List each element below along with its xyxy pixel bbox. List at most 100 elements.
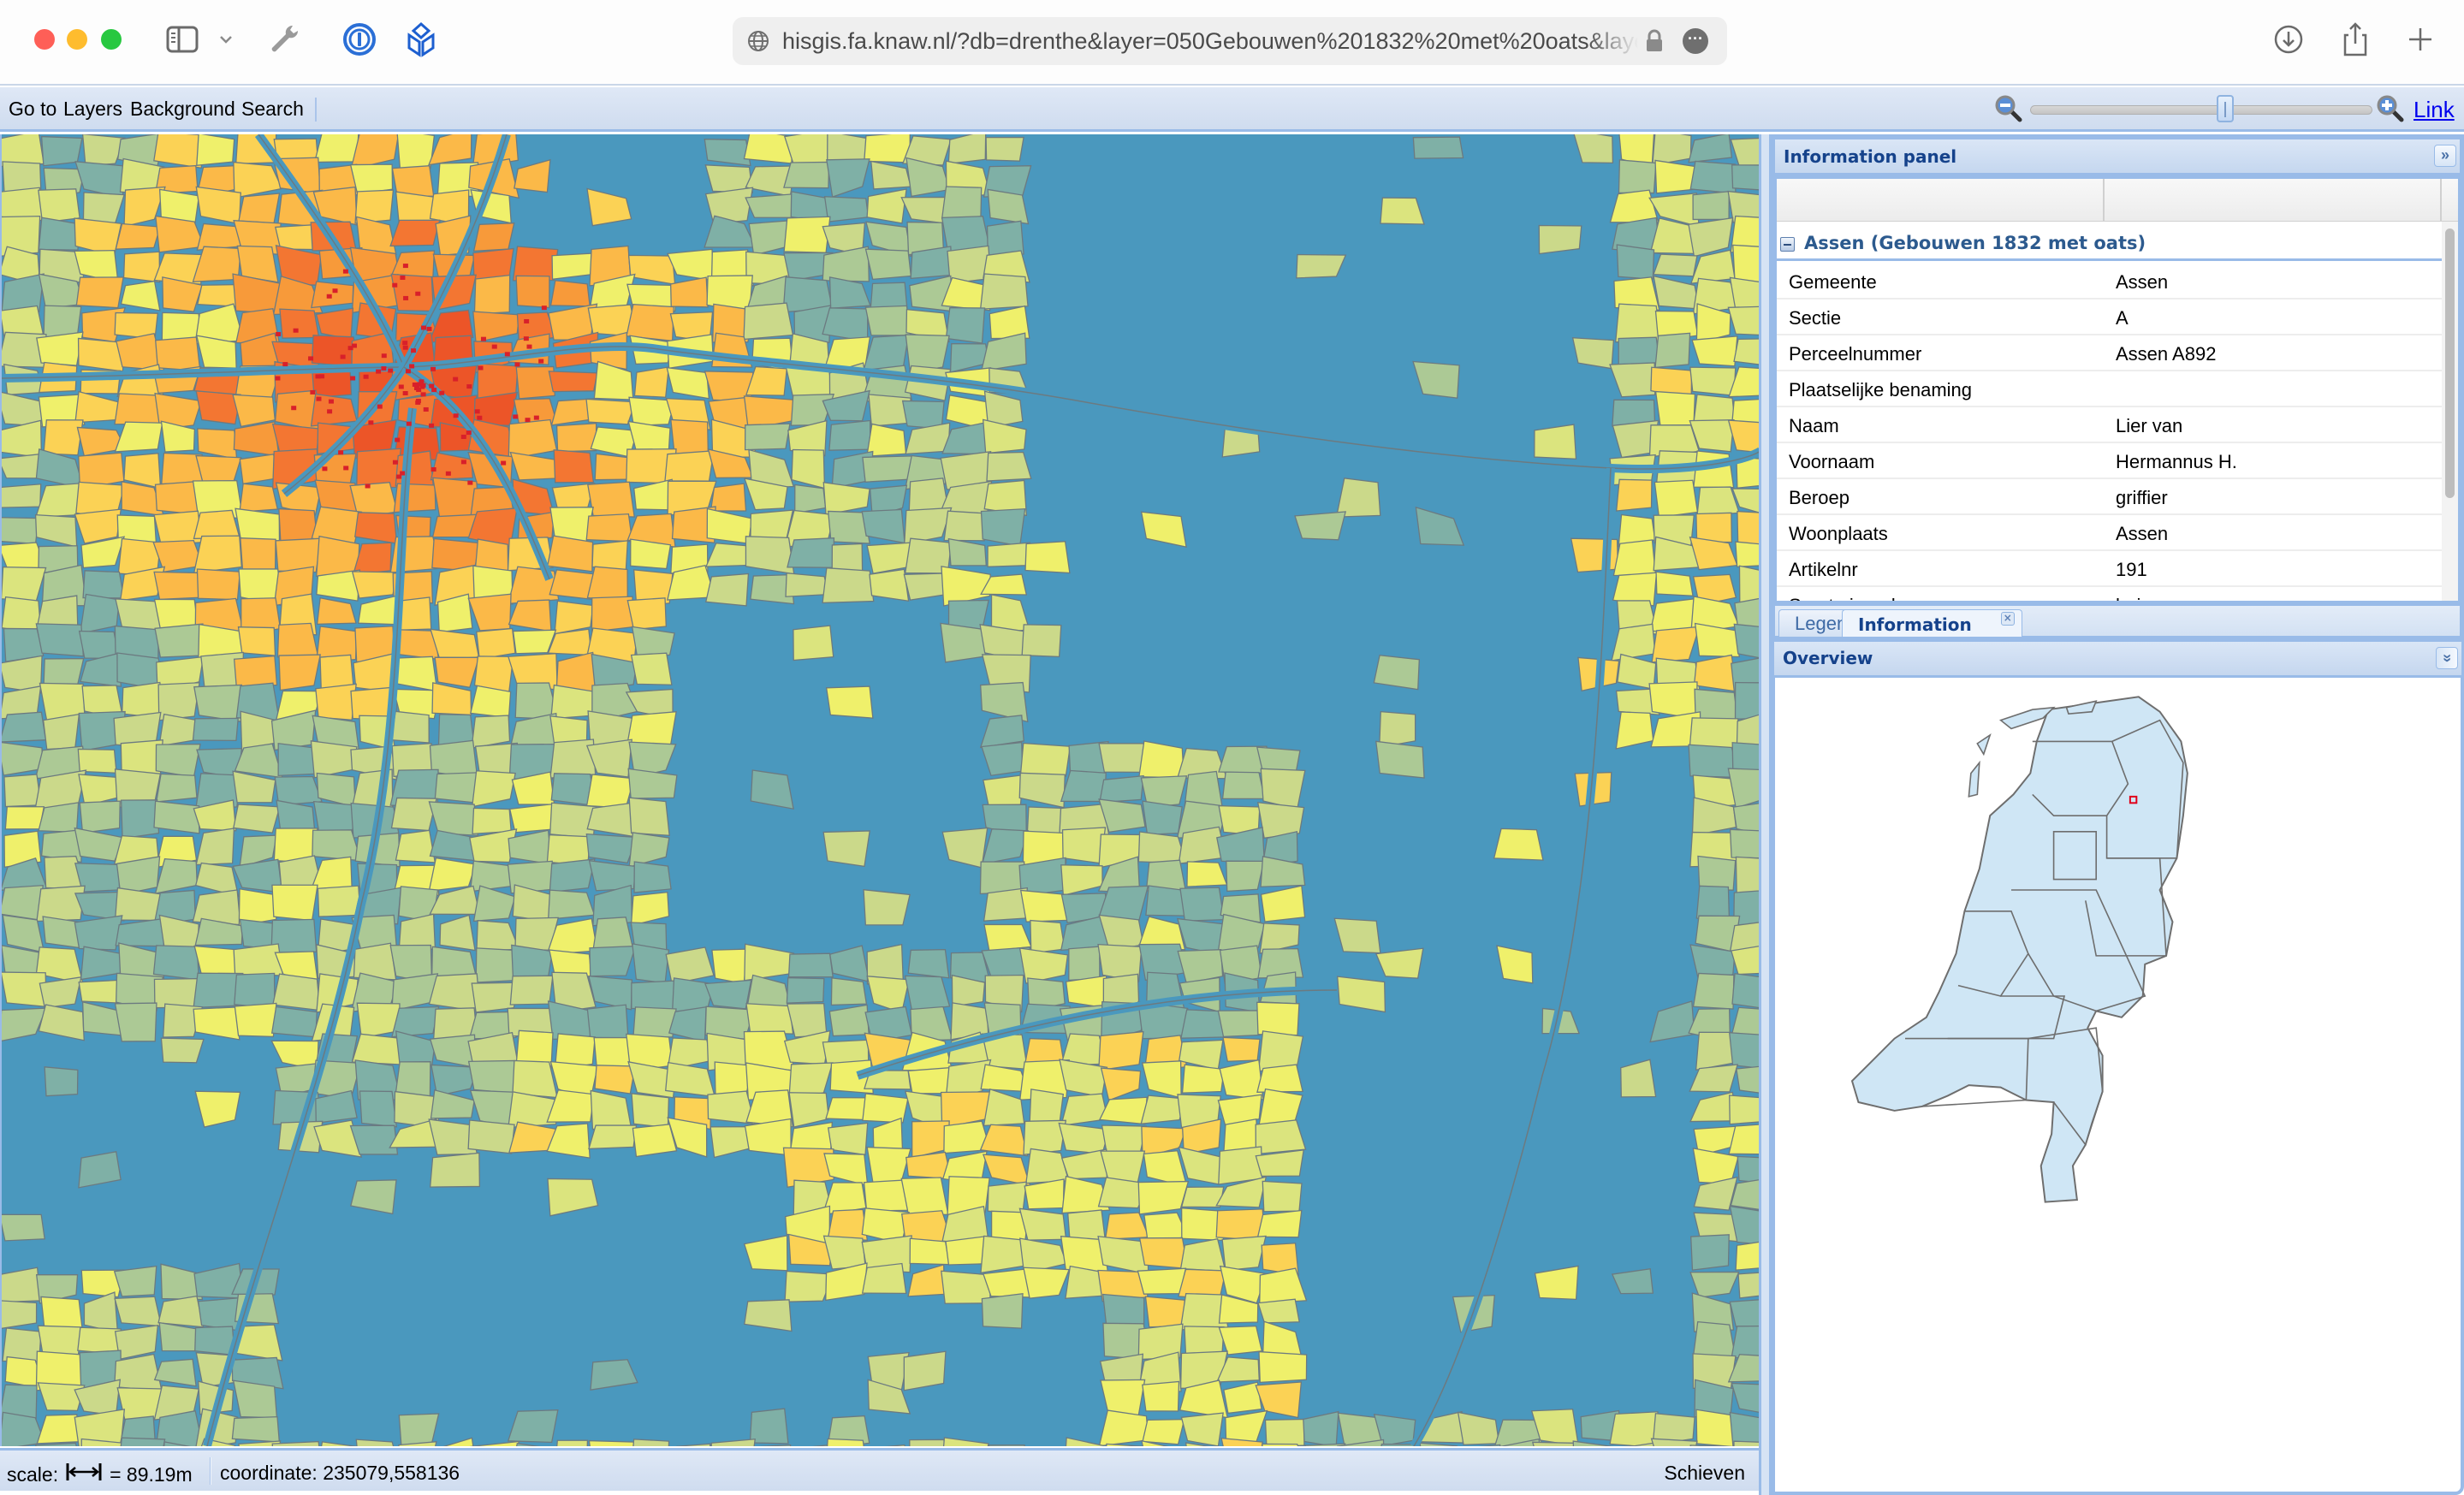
parcel[interactable] xyxy=(2,971,47,1008)
parcel[interactable] xyxy=(631,1093,670,1129)
parcel[interactable] xyxy=(630,538,672,570)
parcel[interactable] xyxy=(316,1441,359,1446)
collapse-down-icon[interactable]: » xyxy=(2436,647,2458,669)
parcel[interactable] xyxy=(590,1089,632,1130)
parcel[interactable] xyxy=(1735,856,1759,895)
parcel[interactable] xyxy=(593,360,634,400)
parcel[interactable] xyxy=(787,1444,830,1446)
parcel[interactable] xyxy=(1729,828,1759,859)
menu-layers[interactable]: Layers xyxy=(63,98,122,121)
building[interactable] xyxy=(332,288,338,294)
parcel[interactable] xyxy=(981,1292,1024,1329)
parcel[interactable] xyxy=(115,917,166,947)
parcel[interactable] xyxy=(36,885,86,923)
building[interactable] xyxy=(275,376,281,381)
parcel[interactable] xyxy=(981,828,1030,865)
parcel[interactable] xyxy=(986,451,1032,482)
parcel[interactable] xyxy=(827,1208,869,1241)
parcel[interactable] xyxy=(704,215,757,248)
parcel[interactable] xyxy=(276,622,319,658)
parcel[interactable] xyxy=(1534,424,1577,460)
parcel[interactable] xyxy=(1019,889,1068,923)
building[interactable] xyxy=(340,354,346,359)
parcel[interactable] xyxy=(711,948,748,985)
parcel[interactable] xyxy=(1731,973,1759,1009)
parcel[interactable] xyxy=(1060,864,1103,897)
building[interactable] xyxy=(363,374,369,379)
parcel[interactable] xyxy=(1098,1096,1148,1125)
parcel[interactable] xyxy=(588,1439,636,1446)
parcel[interactable] xyxy=(1262,1180,1303,1213)
parcel[interactable] xyxy=(233,943,284,976)
parcel[interactable] xyxy=(113,1353,163,1391)
parcel[interactable] xyxy=(749,1408,789,1445)
parcel[interactable] xyxy=(234,972,276,1009)
parcel[interactable] xyxy=(117,1437,166,1446)
parcel[interactable] xyxy=(2,1213,45,1242)
parcel[interactable] xyxy=(627,254,676,286)
parcel[interactable] xyxy=(467,1119,515,1154)
building[interactable] xyxy=(402,391,408,396)
parcels[interactable] xyxy=(2,134,1759,1446)
parcel[interactable] xyxy=(745,536,795,575)
parcel[interactable] xyxy=(1179,887,1225,922)
parcel[interactable] xyxy=(472,311,520,343)
parcel[interactable] xyxy=(987,188,1030,225)
building[interactable] xyxy=(430,366,436,371)
parcel[interactable] xyxy=(193,684,243,723)
building[interactable] xyxy=(415,400,421,405)
parcel[interactable] xyxy=(279,308,320,339)
parcel[interactable] xyxy=(1538,224,1582,255)
parcel[interactable] xyxy=(822,567,875,604)
parcel[interactable] xyxy=(704,543,751,567)
parcel[interactable] xyxy=(1104,1212,1150,1240)
building[interactable] xyxy=(402,345,408,350)
parcel[interactable] xyxy=(1018,772,1066,809)
building[interactable] xyxy=(316,396,322,401)
parcel[interactable] xyxy=(1138,740,1185,779)
parcel[interactable] xyxy=(1694,622,1740,658)
parcel[interactable] xyxy=(743,302,794,341)
building[interactable] xyxy=(466,430,472,436)
parcel[interactable] xyxy=(1024,1178,1065,1210)
parcel[interactable] xyxy=(1258,1350,1308,1384)
parcel[interactable] xyxy=(1064,1437,1105,1446)
parcel[interactable] xyxy=(38,1004,85,1041)
building[interactable] xyxy=(310,389,316,395)
parcel[interactable] xyxy=(74,161,126,199)
parcel[interactable] xyxy=(979,273,1029,311)
parcel[interactable] xyxy=(1727,306,1759,335)
parcel[interactable] xyxy=(434,656,480,689)
parcel[interactable] xyxy=(514,158,551,193)
parcel[interactable] xyxy=(515,275,550,309)
parcel[interactable] xyxy=(665,946,715,985)
zoom-in-icon[interactable] xyxy=(2376,94,2405,123)
parcel[interactable] xyxy=(77,748,117,774)
building[interactable] xyxy=(526,344,532,349)
parcel[interactable] xyxy=(664,449,715,482)
menu-search[interactable]: Search xyxy=(241,98,304,121)
permalink-link[interactable]: Link xyxy=(2414,97,2455,123)
parcel[interactable] xyxy=(114,1296,163,1327)
parcel[interactable] xyxy=(2,884,44,921)
parcel[interactable] xyxy=(1142,1380,1180,1412)
parcel[interactable] xyxy=(1653,253,1698,277)
parcel[interactable] xyxy=(439,914,476,952)
parcel[interactable] xyxy=(193,1006,240,1041)
building[interactable] xyxy=(409,364,415,369)
parcel[interactable] xyxy=(1065,975,1107,1009)
parcel[interactable] xyxy=(1612,539,1657,578)
parcel[interactable] xyxy=(311,281,354,309)
parcel[interactable] xyxy=(233,804,281,834)
building[interactable] xyxy=(429,383,435,389)
share-icon[interactable] xyxy=(2336,22,2374,56)
building[interactable] xyxy=(402,341,408,346)
parcel[interactable] xyxy=(586,1004,629,1042)
parcel[interactable] xyxy=(591,596,634,633)
parcel[interactable] xyxy=(79,593,120,635)
parcel[interactable] xyxy=(154,623,204,658)
parcel[interactable] xyxy=(395,829,436,863)
parcel[interactable] xyxy=(2,711,47,743)
parcel[interactable] xyxy=(987,542,1031,567)
parcel[interactable] xyxy=(1412,136,1464,159)
